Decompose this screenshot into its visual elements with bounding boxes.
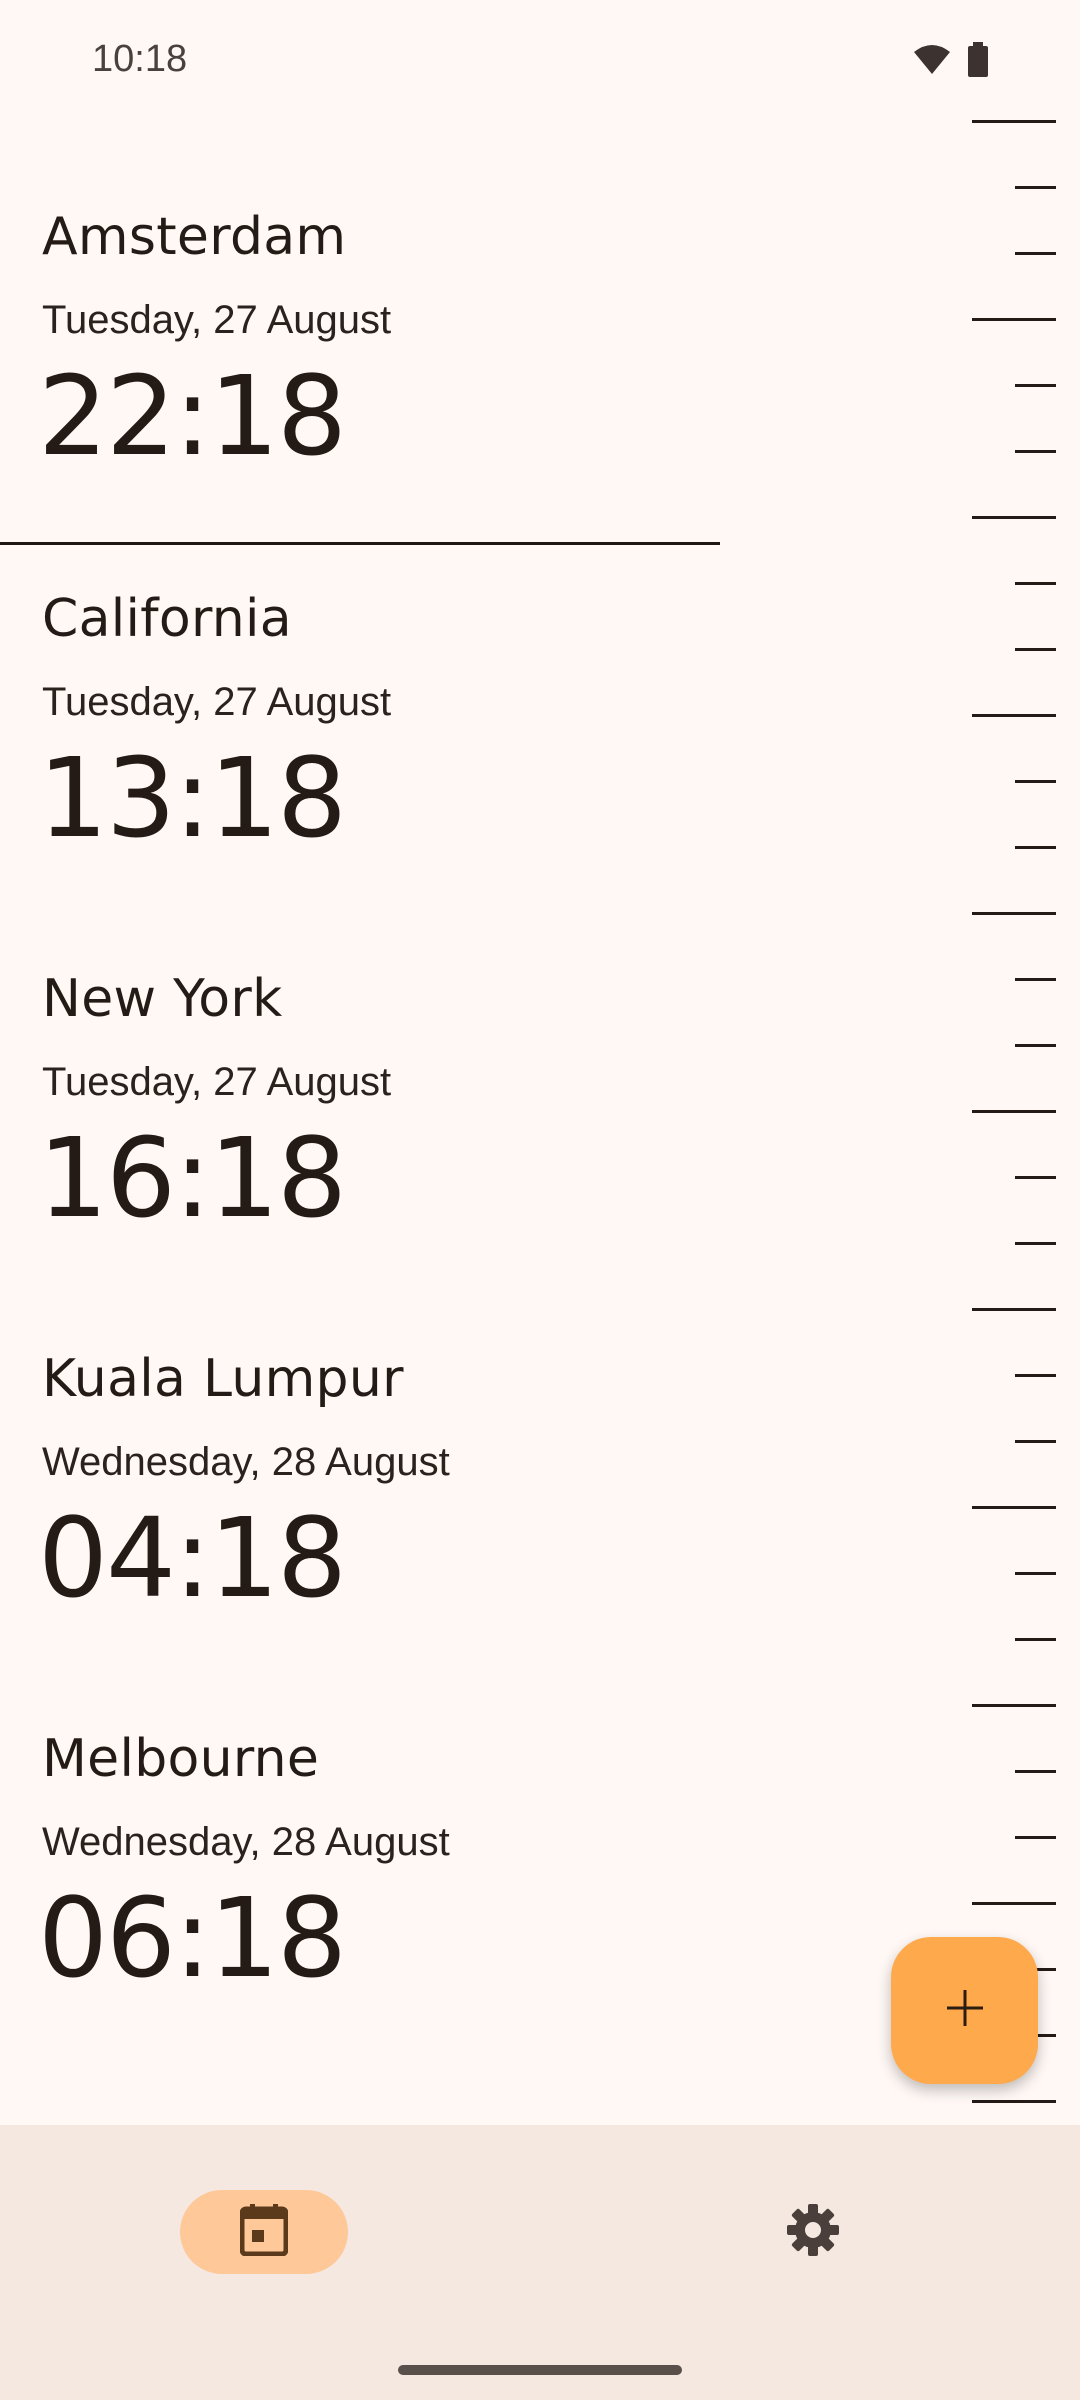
plus-icon (945, 1988, 985, 2033)
ruler-major-tick (972, 1506, 1056, 1509)
ruler-major-tick (972, 1902, 1056, 1905)
city-date: Wednesday, 28 August (42, 1440, 450, 1484)
ruler-minor-tick (1015, 1374, 1056, 1377)
ruler-major-tick (972, 1110, 1056, 1113)
city-time: 13:18 (38, 734, 347, 862)
ruler-major-tick (972, 1704, 1056, 1707)
status-bar: 10:18 (0, 0, 1080, 120)
city-time: 04:18 (38, 1494, 347, 1622)
city-name: Melbourne (42, 1729, 320, 1789)
ruler-minor-tick (1015, 1770, 1056, 1773)
ruler-minor-tick (1015, 1176, 1056, 1179)
ruler-minor-tick (1015, 846, 1056, 849)
nav-item-calendar[interactable] (180, 2190, 348, 2274)
ruler-major-tick (972, 912, 1056, 915)
ruler-minor-tick (1015, 186, 1056, 189)
ruler-minor-tick (1015, 1440, 1056, 1443)
clock-item-california[interactable]: California Tuesday, 27 August 13:18 (0, 502, 720, 882)
city-time: 22:18 (38, 352, 347, 480)
world-clock-screen: 10:18 Amsterdam Tuesday, 27 August 22:18 (0, 0, 1080, 2400)
ruler-minor-tick (1015, 582, 1056, 585)
ruler-major-tick (972, 120, 1056, 123)
city-date: Tuesday, 27 August (42, 1060, 392, 1104)
wifi-icon (912, 44, 952, 81)
ruler-minor-tick (1015, 450, 1056, 453)
city-date: Tuesday, 27 August (42, 680, 392, 724)
ruler-minor-tick (1015, 648, 1056, 651)
ruler-minor-tick (1015, 1044, 1056, 1047)
ruler-minor-tick (1015, 252, 1056, 255)
city-time: 06:18 (38, 1874, 347, 2002)
ruler-major-tick (972, 516, 1056, 519)
clock-item-amsterdam[interactable]: Amsterdam Tuesday, 27 August 22:18 (0, 120, 720, 500)
city-date: Wednesday, 28 August (42, 1820, 450, 1864)
ruler-major-tick (972, 714, 1056, 717)
home-indicator[interactable] (398, 2365, 682, 2375)
nav-item-settings[interactable] (768, 2190, 858, 2274)
ruler-major-tick (972, 1308, 1056, 1311)
ruler-minor-tick (1015, 1572, 1056, 1575)
ruler-major-tick (972, 318, 1056, 321)
clock-item-melbourne[interactable]: Melbourne Wednesday, 28 August 06:18 (0, 1642, 720, 2022)
ruler-minor-tick (1015, 1638, 1056, 1641)
time-ruler[interactable] (960, 0, 1080, 2130)
ruler-minor-tick (1015, 1242, 1056, 1245)
ruler-minor-tick (1015, 1836, 1056, 1839)
ruler-minor-tick (1015, 978, 1056, 981)
calendar-icon (239, 2203, 289, 2261)
ruler-minor-tick (1015, 384, 1056, 387)
city-date: Tuesday, 27 August (42, 298, 392, 342)
add-city-button[interactable] (891, 1937, 1038, 2084)
ruler-major-tick (972, 2100, 1056, 2103)
world-clock-list[interactable]: Amsterdam Tuesday, 27 August 22:18 Calif… (0, 120, 1080, 2125)
bottom-navigation (0, 2125, 1080, 2400)
city-name: New York (42, 969, 283, 1029)
city-time: 16:18 (38, 1114, 347, 1242)
city-name: California (42, 589, 292, 649)
city-name: Amsterdam (42, 207, 347, 267)
ruler-minor-tick (1015, 780, 1056, 783)
gear-icon (785, 2202, 841, 2263)
clock-item-kuala-lumpur[interactable]: Kuala Lumpur Wednesday, 28 August 04:18 (0, 1262, 720, 1642)
clock-item-new-york[interactable]: New York Tuesday, 27 August 16:18 (0, 882, 720, 1262)
status-time: 10:18 (92, 38, 188, 80)
city-name: Kuala Lumpur (42, 1349, 404, 1409)
